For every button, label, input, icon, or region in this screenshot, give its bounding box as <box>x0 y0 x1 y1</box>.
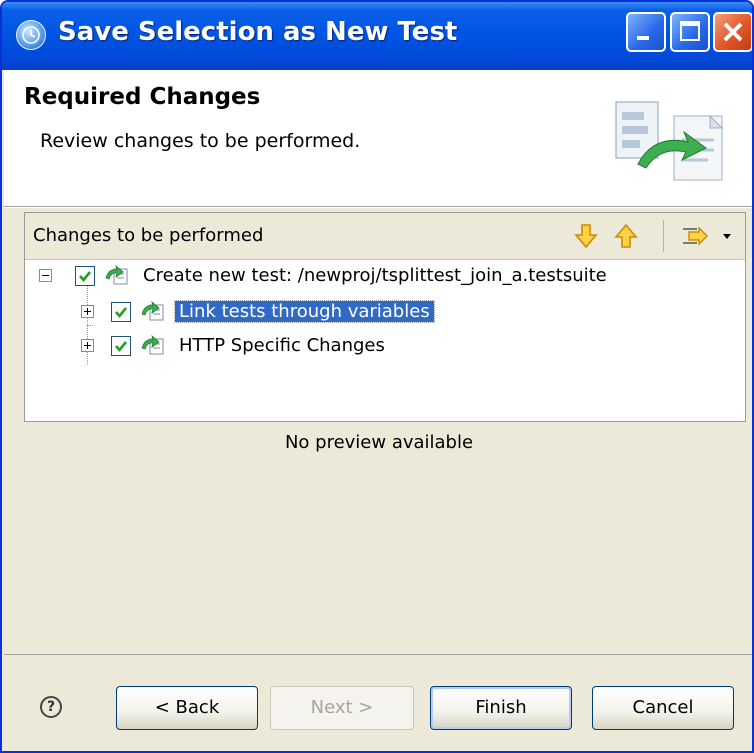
expand-toggle[interactable] <box>81 305 94 318</box>
tree-row-label: Link tests through variables <box>174 300 435 323</box>
clock-icon <box>16 20 46 50</box>
close-button[interactable] <box>713 12 752 52</box>
preview-message: No preview available <box>284 432 474 453</box>
wizard-banner-icon <box>610 96 734 188</box>
minimize-button[interactable] <box>626 12 666 52</box>
tree-row-label: HTTP Specific Changes <box>179 335 385 356</box>
page-title: Required Changes <box>24 84 261 110</box>
tree-checkbox[interactable] <box>75 266 95 286</box>
collapse-toggle[interactable] <box>39 269 52 282</box>
next-button[interactable]: Next > <box>270 686 414 730</box>
footer-separator <box>4 654 752 655</box>
header-separator <box>4 207 752 208</box>
window-title: Save Selection as New Test <box>58 17 458 47</box>
changes-panel: Changes to be performed Create new test:… <box>24 212 746 422</box>
tree-checkbox[interactable] <box>111 302 131 322</box>
arrow-down-icon[interactable] <box>571 221 601 251</box>
cancel-button[interactable]: Cancel <box>592 686 734 730</box>
expand-toggle[interactable] <box>81 339 94 352</box>
change-node-icon <box>105 264 128 285</box>
tree-row-link-tests[interactable]: Link tests through variables <box>25 297 745 329</box>
back-button[interactable]: < Back <box>116 686 258 730</box>
dialog-window: Save Selection as New Test Required Chan… <box>0 0 754 753</box>
change-node-icon <box>141 300 164 321</box>
change-node-icon <box>141 334 164 355</box>
page-description: Review changes to be performed. <box>40 130 361 152</box>
tree-row-create-test[interactable]: Create new test: /newproj/tsplittest_joi… <box>25 261 745 293</box>
tree-checkbox[interactable] <box>111 336 131 356</box>
finish-button[interactable]: Finish <box>430 686 572 730</box>
tree-row-http-changes[interactable]: HTTP Specific Changes <box>25 331 745 363</box>
filter-icon[interactable] <box>679 221 735 251</box>
toolbar-separator <box>663 220 664 252</box>
help-icon[interactable]: ? <box>40 696 62 718</box>
changes-panel-header: Changes to be performed <box>25 213 745 260</box>
changes-panel-title: Changes to be performed <box>33 225 264 246</box>
wizard-header: Required Changes Review changes to be pe… <box>4 70 752 207</box>
title-bar[interactable]: Save Selection as New Test <box>2 2 752 70</box>
arrow-up-icon[interactable] <box>611 221 641 251</box>
tree-row-label: Create new test: /newproj/tsplittest_joi… <box>143 265 607 286</box>
maximize-button[interactable] <box>670 12 710 52</box>
